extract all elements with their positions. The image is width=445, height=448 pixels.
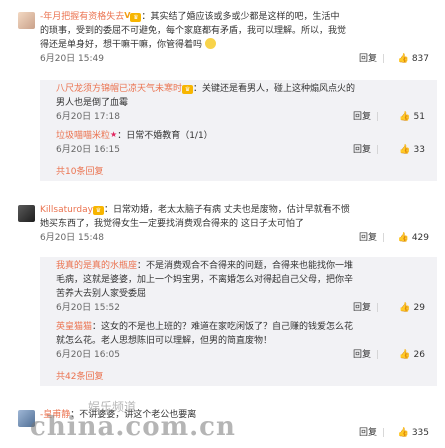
like-button[interactable]: 👍 335 bbox=[398, 426, 429, 440]
like-button[interactable]: 👍 51 bbox=[399, 110, 425, 124]
divider: | bbox=[375, 145, 379, 155]
comment-2: Killsaturday ♛ ：日常劝婚，老太太脑子有病 丈夫也是废物，估计早就看不… bbox=[0, 203, 445, 245]
content-line: ：关键还是看男人，碰上这种煽风点火的 bbox=[193, 84, 356, 94]
username-link[interactable]: -年月把握有资格失去 bbox=[40, 12, 124, 22]
content-line: 她买东西了，我觉得女生一定要找消费观合得来的 这日子太可怕了 bbox=[40, 219, 304, 229]
username-link[interactable]: 垃圾喵喵米粒 bbox=[56, 131, 110, 141]
divider: | bbox=[375, 350, 379, 360]
reply-button[interactable]: 回复 bbox=[353, 110, 371, 124]
username-link[interactable]: 八尺龙须方锦帽已凉天气未寒时 bbox=[56, 84, 182, 94]
username-link[interactable]: 英皇猫猫 bbox=[56, 322, 92, 332]
watermark-logo: china.com.cn bbox=[30, 412, 236, 442]
divider: | bbox=[381, 233, 385, 243]
content-line: 男人也是倒了血霉 bbox=[56, 98, 129, 108]
reply-meta: 6月20日 15:52 回复 | 👍 29 bbox=[56, 301, 431, 315]
content-line: 就怎么花。老人思想陈旧可以理解，但男的简直废物！ bbox=[56, 336, 273, 346]
reply-meta: 6月20日 16:05 回复 | 👍 26 bbox=[56, 348, 431, 362]
like-button[interactable]: 👍 429 bbox=[398, 231, 429, 245]
reply-item: 我真的是真的水瓶座：不是消费观合不合得来的问题，合得来也能找你一堆 毛病，这就是… bbox=[56, 259, 431, 315]
comment-meta: 6月20日 15:48 回复 | 👍 429 bbox=[40, 231, 437, 245]
like-button[interactable]: 👍 26 bbox=[399, 348, 425, 362]
reply-button[interactable]: 回复 bbox=[353, 301, 371, 315]
content-line: ：这女的不是也上班的？难道在家吃闲饭了？自己赚的钱爱怎么花 bbox=[92, 322, 354, 332]
thumbs-up-icon: 👍 bbox=[399, 145, 411, 155]
content-line: 苦养大去别人家受委屈 bbox=[56, 289, 147, 299]
reply-time: 6月20日 16:15 bbox=[56, 145, 120, 155]
reply-item: 八尺龙须方锦帽已凉天气未寒时 ♛ ：关键还是看男人，碰上这种煽风点火的 男人也是倒了… bbox=[56, 82, 431, 124]
content-line: 的琐事，受到的委屈不可避免，每个家庭都有矛盾，我可以理解。所以，我觉 bbox=[40, 26, 347, 36]
divider: | bbox=[375, 303, 379, 313]
like-button[interactable]: 👍 29 bbox=[399, 301, 425, 315]
reply-button[interactable]: 回复 bbox=[353, 348, 371, 362]
content-line: ：日常劝婚，老太太脑子有病 丈夫也是废物，估计早就看不惯 bbox=[103, 205, 350, 215]
vip-badge-icon: ♛ bbox=[92, 206, 104, 215]
comment-text: -年月把握有资格失去 V ♛ ：其实结了婚应该或多或少都是这样的吧，生活中 bbox=[40, 10, 437, 24]
reply-list: 八尺龙须方锦帽已凉天气未寒时 ♛ ：关键还是看男人，碰上这种煽风点火的 男人也是倒了… bbox=[40, 80, 437, 181]
reply-time: 6月20日 15:52 bbox=[56, 303, 120, 313]
thumbs-up-icon: 👍 bbox=[399, 303, 411, 313]
thumbs-up-icon: 👍 bbox=[397, 428, 409, 438]
reply-button[interactable]: 回复 bbox=[353, 143, 371, 157]
like-button[interactable]: 👍 837 bbox=[398, 52, 429, 66]
vip-badge-icon: ♛ bbox=[130, 13, 142, 22]
divider: | bbox=[381, 428, 385, 438]
comment-meta: 6月20日 15:49 回复 | 👍 837 bbox=[40, 52, 437, 66]
content-line: ：其实结了婚应该或多或少都是这样的吧，生活中 bbox=[141, 12, 340, 22]
like-button[interactable]: 👍 33 bbox=[399, 143, 425, 157]
comment-time: 6月20日 15:49 bbox=[40, 54, 104, 64]
username-link[interactable]: 我真的是真的水瓶座 bbox=[56, 261, 137, 271]
reply-meta: 6月20日 16:15 回复 | 👍 33 bbox=[56, 143, 431, 157]
thumbs-up-icon: 👍 bbox=[397, 54, 409, 64]
reply-meta: 6月20日 17:18 回复 | 👍 51 bbox=[56, 110, 431, 124]
content-line: 毛病，这就是婆婆，加上一个妈宝男，不离婚怎么对得起自己父母，把你辛 bbox=[56, 275, 354, 285]
more-replies-link[interactable]: 共10条回复 bbox=[56, 165, 431, 179]
user-avatar[interactable] bbox=[18, 205, 35, 222]
vip-badge-icon: ♛ bbox=[182, 85, 194, 94]
content-line: ：不是消费观合不合得来的问题，合得来也能找你一堆 bbox=[137, 261, 354, 271]
content-line: ：日常不婚教育（1/1） bbox=[117, 131, 213, 141]
more-replies-link[interactable]: 共42条回复 bbox=[56, 370, 431, 384]
content-line: 得还是单身好，想干嘛干嘛，你管得着吗 bbox=[40, 38, 437, 52]
reply-time: 6月20日 17:18 bbox=[56, 112, 120, 122]
reply-item: 垃圾喵喵米粒★：日常不婚教育（1/1） 6月20日 16:15 回复 | 👍 33 bbox=[56, 129, 431, 157]
divider: | bbox=[375, 112, 379, 122]
reply-time: 6月20日 16:05 bbox=[56, 350, 120, 360]
reply-button[interactable]: 回复 bbox=[359, 426, 377, 440]
thumbs-up-icon: 👍 bbox=[399, 112, 411, 122]
reply-button[interactable]: 回复 bbox=[359, 52, 377, 66]
divider: | bbox=[381, 54, 385, 64]
reply-item: 英皇猫猫：这女的不是也上班的？难道在家吃闲饭了？自己赚的钱爱怎么花 就怎么花。老… bbox=[56, 320, 431, 362]
reply-button[interactable]: 回复 bbox=[359, 231, 377, 245]
username-link[interactable]: Killsaturday bbox=[40, 205, 93, 215]
user-avatar[interactable] bbox=[18, 12, 35, 29]
reply-list: 我真的是真的水瓶座：不是消费观合不合得来的问题，合得来也能找你一堆 毛病，这就是… bbox=[40, 257, 437, 386]
comment-time: 6月20日 15:48 bbox=[40, 233, 104, 243]
thumbs-up-icon: 👍 bbox=[397, 233, 409, 243]
smile-emoji-icon bbox=[204, 38, 216, 49]
comment-1: -年月把握有资格失去 V ♛ ：其实结了婚应该或多或少都是这样的吧，生活中 的琐事，… bbox=[0, 10, 445, 66]
thumbs-up-icon: 👍 bbox=[399, 350, 411, 360]
